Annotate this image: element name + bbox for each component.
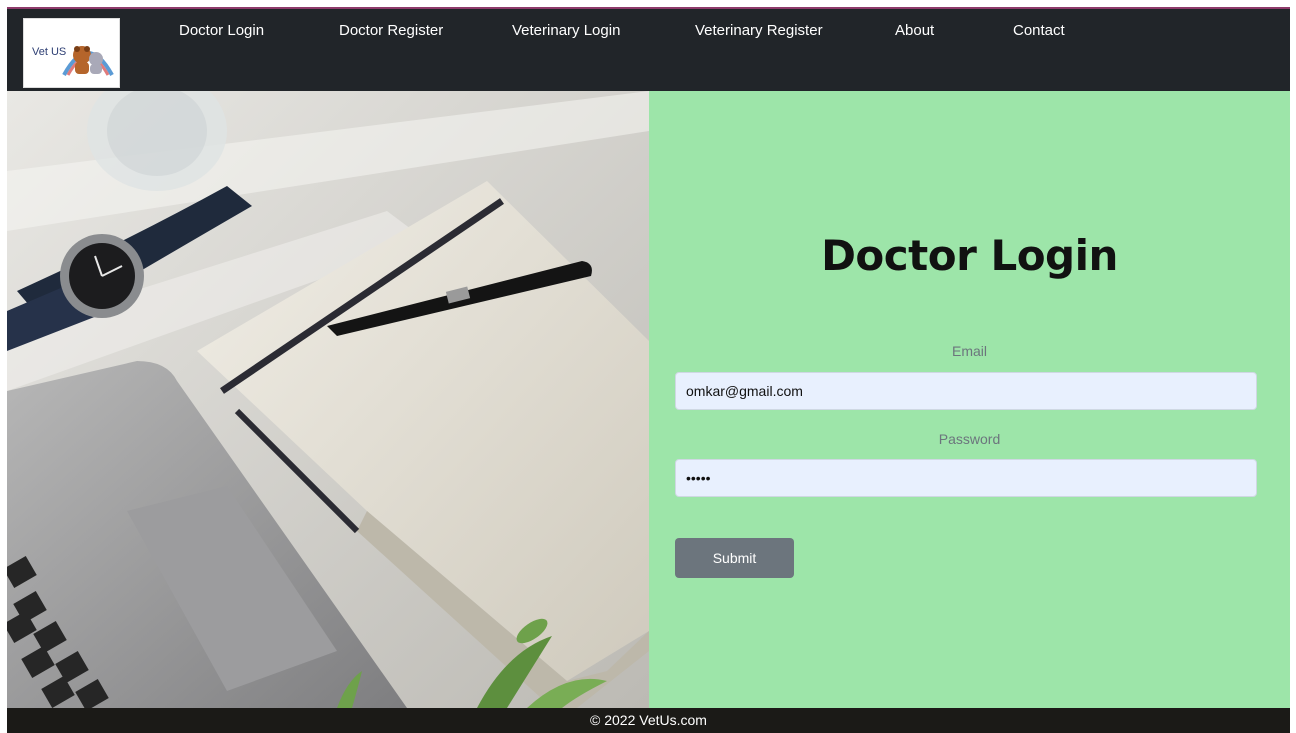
- password-field[interactable]: [675, 459, 1257, 497]
- nav-doctor-login[interactable]: Doctor Login: [179, 22, 264, 39]
- nav-contact[interactable]: Contact: [1013, 22, 1065, 39]
- navbar: Vet US Doctor Login Doctor Register Vete…: [7, 7, 1290, 91]
- nav-doctor-register[interactable]: Doctor Register: [339, 22, 443, 39]
- footer: © 2022 VetUs.com: [7, 708, 1290, 733]
- nav-about[interactable]: About: [895, 22, 934, 39]
- nav-veterinary-register[interactable]: Veterinary Register: [695, 22, 823, 39]
- password-label: Password: [938, 431, 1001, 447]
- submit-button[interactable]: Submit: [675, 538, 794, 578]
- page: Vet US Doctor Login Doctor Register Vete…: [7, 0, 1290, 733]
- email-field[interactable]: [675, 372, 1257, 410]
- login-panel: Doctor Login Email Password Submit: [649, 91, 1290, 708]
- nav-veterinary-login[interactable]: Veterinary Login: [512, 22, 620, 39]
- pets-logo-icon: [62, 46, 114, 76]
- email-label: Email: [951, 343, 987, 359]
- brand-logo[interactable]: Vet US: [23, 18, 120, 88]
- page-title: Doctor Login: [821, 231, 1118, 280]
- hero-image: [7, 91, 649, 708]
